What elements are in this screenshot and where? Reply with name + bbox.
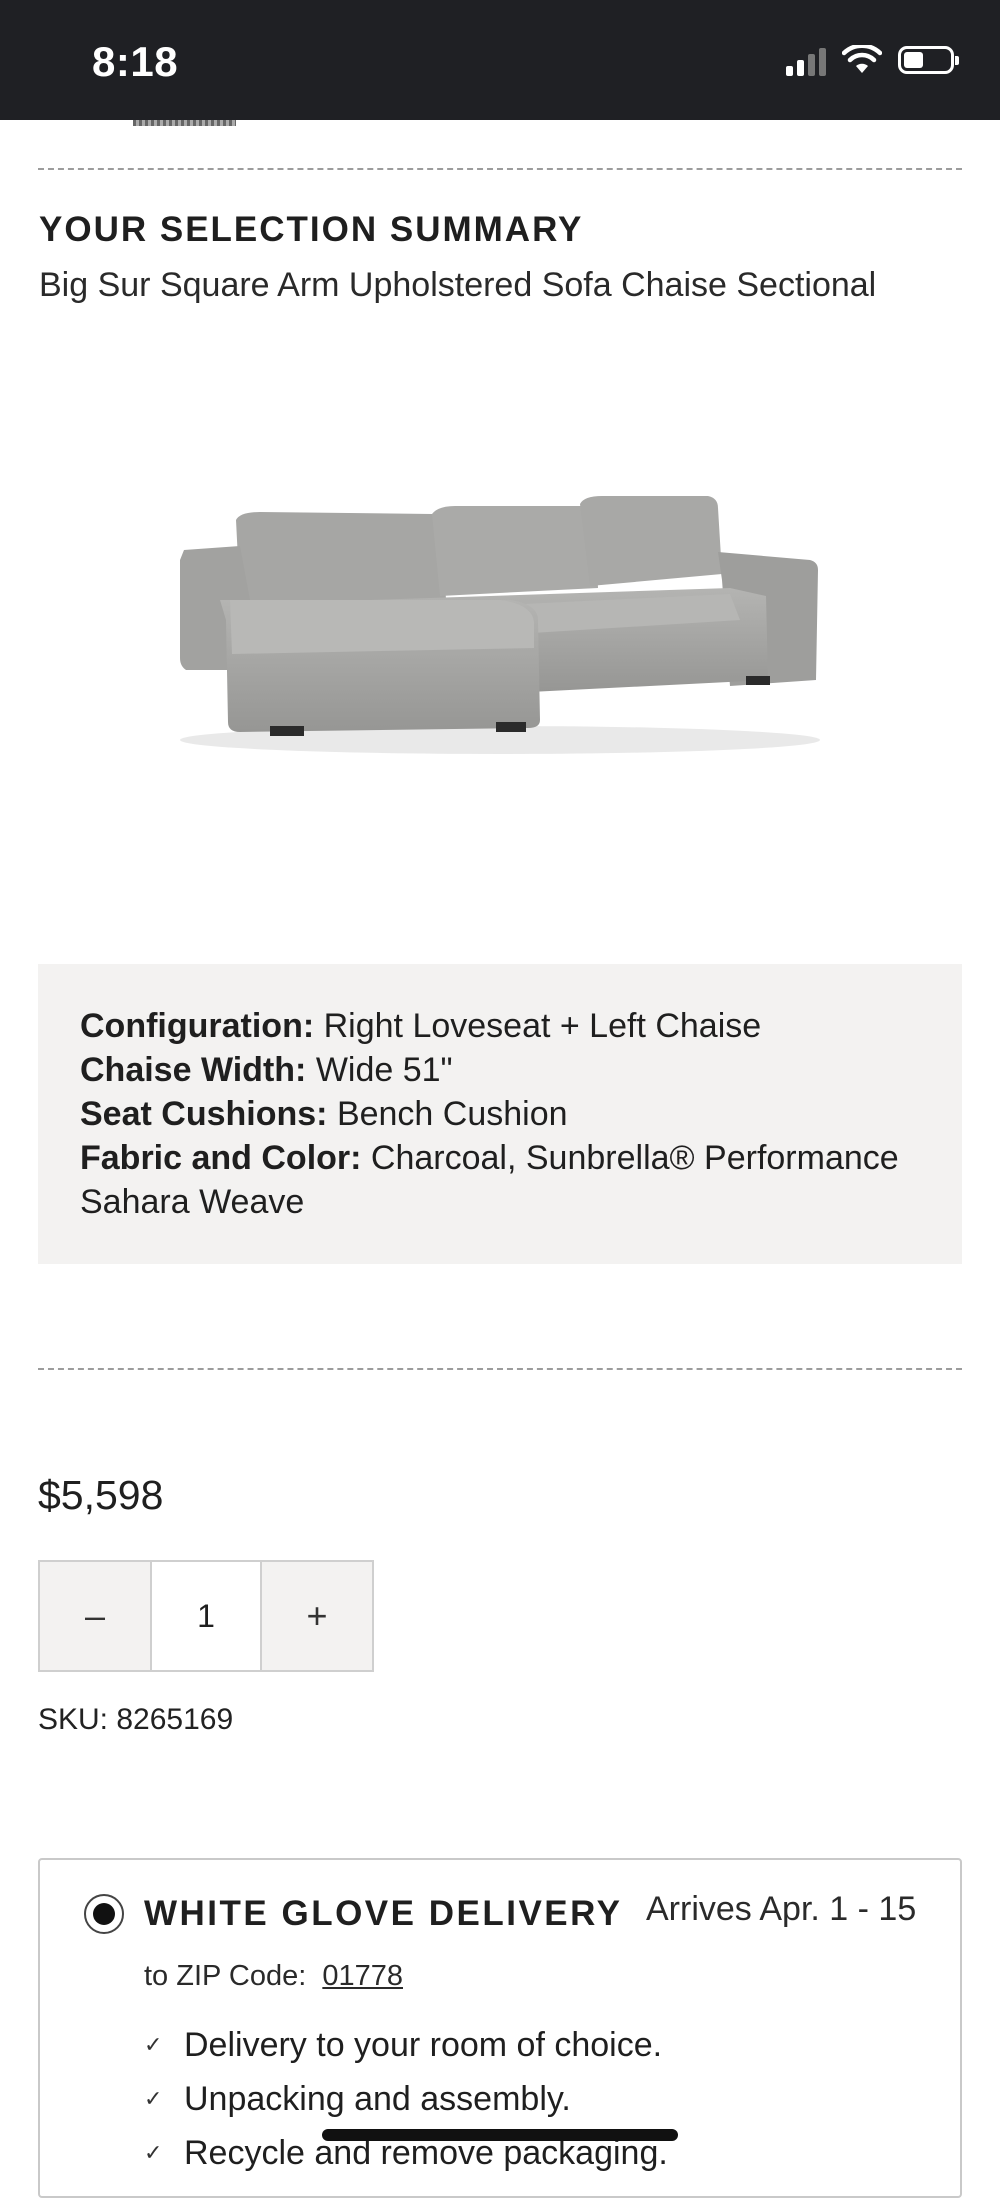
- list-item: ✓ Delivery to your room of choice.: [144, 2025, 663, 2064]
- increase-quantity-button[interactable]: +: [262, 1562, 372, 1670]
- checkmark-icon: ✓: [144, 2140, 163, 2165]
- cellular-signal-icon: [786, 44, 826, 76]
- sku: SKU: 8265169: [38, 1703, 234, 1736]
- delivery-features: ✓ Delivery to your room of choice. ✓ Unpac…: [144, 2018, 668, 2180]
- price: $5,598: [38, 1472, 164, 1518]
- checkmark-icon: ✓: [144, 2086, 163, 2111]
- product-name: Big Sur Square Arm Upholstered Sofa Chai…: [39, 266, 877, 304]
- delivery-radio-selected[interactable]: [84, 1894, 124, 1934]
- zip-row: to ZIP Code: 01778: [144, 1960, 403, 1993]
- delivery-title: WHITE GLOVE DELIVERY: [144, 1894, 623, 1933]
- status-bar: 8:18: [0, 0, 1000, 120]
- status-icons: [786, 44, 959, 76]
- white-glove-delivery-option[interactable]: WHITE GLOVE DELIVERY Arrives Apr. 1 - 15…: [38, 1858, 962, 2198]
- wifi-icon: [842, 45, 882, 73]
- checkmark-icon: ✓: [144, 2032, 163, 2057]
- detail-fabric-color: Fabric and Color: Charcoal, Sunbrella® P…: [80, 1139, 899, 1221]
- decrease-quantity-button[interactable]: –: [40, 1562, 150, 1670]
- selection-summary-heading: YOUR SELECTION SUMMARY: [39, 210, 584, 249]
- detail-configuration: Configuration: Right Loveseat + Left Cha…: [80, 1007, 762, 1045]
- zip-code-link[interactable]: 01778: [322, 1960, 403, 1992]
- detail-seat-cushions: Seat Cushions: Bench Cushion: [80, 1095, 568, 1133]
- zip-label: to ZIP Code:: [144, 1960, 307, 1992]
- fabric-swatch-thumbnail: [133, 120, 236, 126]
- quantity-value[interactable]: 1: [150, 1562, 262, 1670]
- home-indicator[interactable]: [322, 2129, 678, 2141]
- list-item: ✓ Unpacking and assembly.: [144, 2079, 571, 2118]
- divider: [38, 168, 962, 170]
- status-time: 8:18: [92, 38, 179, 85]
- delivery-arrival-window: Arrives Apr. 1 - 15: [646, 1890, 917, 1928]
- quantity-stepper: – 1 +: [38, 1560, 374, 1672]
- selection-details-panel: Configuration: Right Loveseat + Left Cha…: [38, 964, 962, 1264]
- divider: [38, 1368, 962, 1370]
- battery-icon: [898, 46, 959, 74]
- detail-chaise-width: Chaise Width: Wide 51": [80, 1051, 453, 1089]
- sofa-image: [180, 496, 820, 754]
